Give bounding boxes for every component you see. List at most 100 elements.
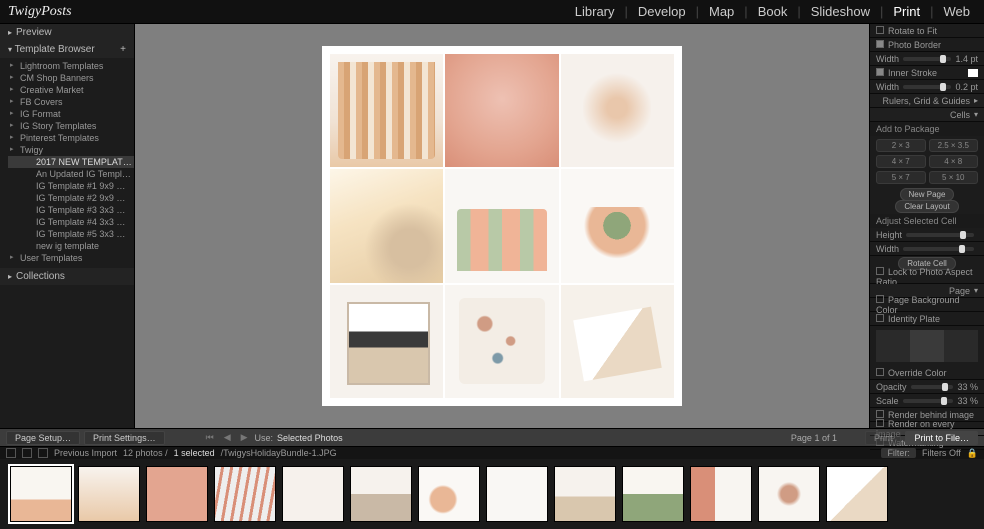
checkbox-icon[interactable] <box>876 419 884 427</box>
sort-icon[interactable] <box>38 448 48 458</box>
tree-item[interactable]: IG Template #3 3x3 Guide <box>8 204 134 216</box>
filmstrip-thumb[interactable] <box>826 466 888 522</box>
source-label[interactable]: Previous Import <box>54 448 117 458</box>
collections-panel-header[interactable]: ▸Collections <box>0 268 134 285</box>
identity-plate-row[interactable]: Identity Plate <box>870 312 984 326</box>
filmstrip-thumb[interactable] <box>10 466 72 522</box>
print-page[interactable] <box>322 46 682 406</box>
opacity-slider[interactable] <box>911 385 954 389</box>
page-setup-button[interactable]: Page Setup… <box>6 431 80 445</box>
module-book[interactable]: Book <box>752 4 794 19</box>
template-browser-header[interactable]: ▾ Template Browser+ <box>0 41 134 58</box>
grid-cell[interactable] <box>561 54 674 167</box>
size-chip[interactable]: 2.5 × 3.5 <box>929 139 979 152</box>
width-slider[interactable] <box>903 247 974 251</box>
module-library[interactable]: Library <box>569 4 621 19</box>
rulers-section[interactable]: Rulers, Grid & Guides▸ <box>870 94 984 108</box>
size-chip[interactable]: 4 × 8 <box>929 155 979 168</box>
width-slider[interactable] <box>903 85 951 89</box>
identity-swatch-row[interactable] <box>876 330 978 362</box>
module-map[interactable]: Map <box>703 4 740 19</box>
print-to-file-button[interactable]: Print to File… <box>905 431 978 445</box>
use-value[interactable]: Selected Photos <box>277 433 343 443</box>
filmstrip-thumb[interactable] <box>78 466 140 522</box>
filmstrip[interactable] <box>0 459 984 529</box>
tree-item[interactable]: Pinterest Templates <box>8 132 134 144</box>
tree-item[interactable]: 2017 NEW TEMPLATE 2 <box>8 156 134 168</box>
tree-item[interactable]: Lightroom Templates <box>8 60 134 72</box>
tree-item[interactable]: CM Shop Banners <box>8 72 134 84</box>
grid-cell[interactable] <box>445 169 558 282</box>
tree-item[interactable]: Twigy <box>8 144 134 156</box>
size-chip[interactable]: 5 × 7 <box>876 171 926 184</box>
rotate-to-fit-row[interactable]: Rotate to Fit <box>870 24 984 38</box>
checkbox-icon[interactable] <box>876 295 884 303</box>
page-bg-row[interactable]: Page Background Color <box>870 298 984 312</box>
tree-item[interactable]: IG Template #5 3x3 Guide <box>8 228 134 240</box>
grid-cell[interactable] <box>561 285 674 398</box>
tree-item[interactable]: An Updated IG Template 9… <box>8 168 134 180</box>
tree-item[interactable]: User Templates <box>8 252 134 264</box>
first-page-icon[interactable]: ⏮ <box>203 432 217 443</box>
tree-item[interactable]: new ig template <box>8 240 134 252</box>
filmstrip-thumb[interactable] <box>350 466 412 522</box>
height-slider[interactable] <box>906 233 974 237</box>
filmstrip-thumb[interactable] <box>214 466 276 522</box>
tree-item[interactable]: IG Template #4 3x3 Guide <box>8 216 134 228</box>
filmstrip-thumb[interactable] <box>282 466 344 522</box>
width-slider[interactable] <box>903 57 951 61</box>
print-settings-button[interactable]: Print Settings… <box>84 431 165 445</box>
checkbox-icon[interactable] <box>876 267 884 275</box>
module-web[interactable]: Web <box>938 4 977 19</box>
lock-ratio-row[interactable]: Lock to Photo Aspect Ratio <box>870 270 984 284</box>
filmstrip-thumb[interactable] <box>622 466 684 522</box>
tree-item[interactable]: FB Covers <box>8 96 134 108</box>
plus-icon[interactable]: + <box>120 44 126 55</box>
module-slideshow[interactable]: Slideshow <box>805 4 876 19</box>
module-develop[interactable]: Develop <box>632 4 692 19</box>
grid-cell[interactable] <box>330 54 443 167</box>
swatch[interactable] <box>910 330 944 362</box>
filmstrip-thumb[interactable] <box>146 466 208 522</box>
filmstrip-thumb[interactable] <box>758 466 820 522</box>
filmstrip-thumb[interactable] <box>554 466 616 522</box>
grid-cell[interactable] <box>330 285 443 398</box>
print-button[interactable]: Print <box>865 431 902 445</box>
checkbox-icon[interactable] <box>876 314 884 322</box>
filmstrip-thumb[interactable] <box>418 466 480 522</box>
prev-page-icon[interactable]: ◀ <box>221 432 234 443</box>
module-print[interactable]: Print <box>887 4 926 19</box>
swatch[interactable] <box>944 330 978 362</box>
checkbox-icon[interactable] <box>876 410 884 418</box>
tree-item[interactable]: IG Format <box>8 108 134 120</box>
preview-panel-header[interactable]: ▸Preview <box>0 24 134 41</box>
grid-cell[interactable] <box>330 169 443 282</box>
filters-off-dropdown[interactable]: Filters Off <box>922 448 961 458</box>
checkbox-icon[interactable] <box>876 40 884 48</box>
tree-item[interactable]: Creative Market <box>8 84 134 96</box>
grid-cell[interactable] <box>445 285 558 398</box>
cells-section[interactable]: Cells▾ <box>870 108 984 122</box>
size-chip[interactable]: 5 × 10 <box>929 171 979 184</box>
filmstrip-thumb[interactable] <box>690 466 752 522</box>
grid-cell[interactable] <box>561 169 674 282</box>
grid-view-icon[interactable] <box>6 448 16 458</box>
inner-stroke-row[interactable]: Inner Stroke <box>870 66 984 80</box>
clear-layout-button[interactable]: Clear Layout <box>895 200 958 213</box>
filmstrip-thumb[interactable] <box>486 466 548 522</box>
checkbox-icon[interactable] <box>876 368 884 376</box>
checkbox-icon[interactable] <box>876 68 884 76</box>
grid-cell[interactable] <box>445 54 558 167</box>
color-swatch[interactable] <box>968 69 978 77</box>
lock-icon[interactable]: 🔒 <box>967 448 978 459</box>
size-chip[interactable]: 2 × 3 <box>876 139 926 152</box>
checkbox-icon[interactable] <box>876 26 884 34</box>
compare-view-icon[interactable] <box>22 448 32 458</box>
tree-item[interactable]: IG Template #1 9x9 Guide <box>8 180 134 192</box>
tree-item[interactable]: IG Template #2 9x9 Guide <box>8 192 134 204</box>
swatch[interactable] <box>876 330 910 362</box>
override-color-row[interactable]: Override Color <box>870 366 984 380</box>
tree-item[interactable]: IG Story Templates <box>8 120 134 132</box>
scale-slider[interactable] <box>903 399 954 403</box>
photo-border-row[interactable]: Photo Border <box>870 38 984 52</box>
